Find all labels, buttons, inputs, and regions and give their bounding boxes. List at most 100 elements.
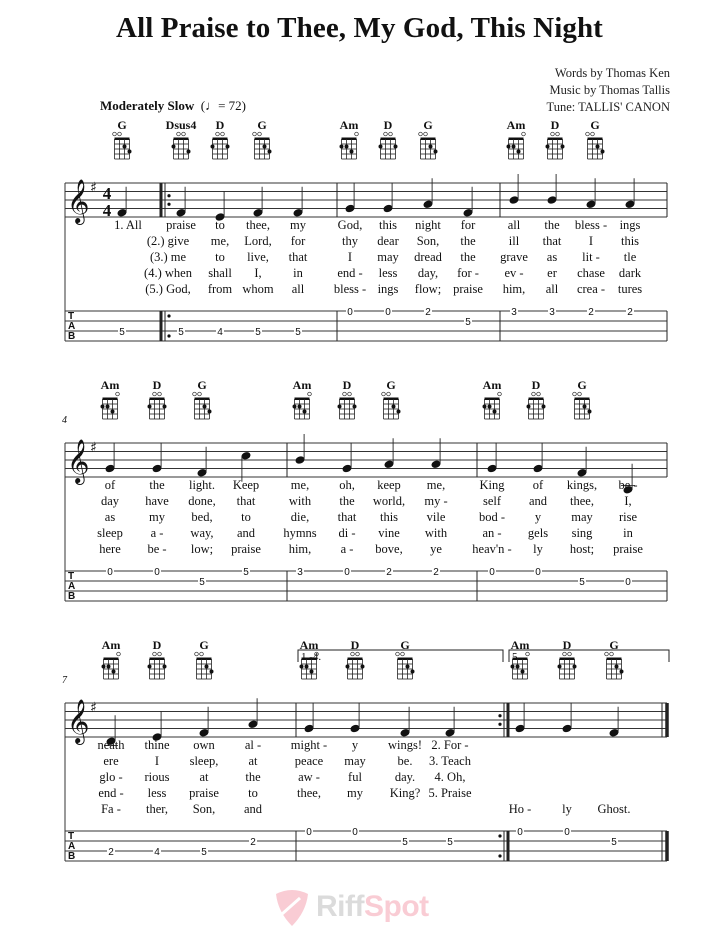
lyric-syllable: an -: [482, 526, 501, 540]
chord-name: G: [423, 118, 432, 132]
finger-dot: [297, 404, 302, 409]
tab-fret-number: 0: [306, 827, 312, 838]
repeat-dot: [167, 202, 171, 206]
tab-label-b: B: [68, 331, 75, 342]
chord-nut: [341, 137, 357, 140]
lyric-syllable: Keep: [233, 478, 259, 492]
tab-fret-number: 5: [295, 327, 301, 338]
open-string-marker: [381, 391, 386, 397]
finger-dot: [209, 669, 214, 674]
lyric-syllable: me,: [427, 478, 445, 492]
open-string-marker: [550, 131, 555, 137]
tab-fret-number: 2: [425, 307, 431, 318]
lyric-syllable: I: [589, 234, 593, 248]
lyric-syllable: King?: [390, 786, 421, 800]
lyric-syllable: grave: [500, 250, 528, 264]
tab-fret-number: 0: [107, 567, 113, 578]
finger-dot: [210, 144, 215, 149]
lyric-syllable: keep: [377, 478, 401, 492]
open-string-marker: [567, 651, 572, 657]
system-1: G Dsus4 D G Am D G Am D G𝄞 ♯ 44TAB 5 5 4 5 50 0 253 3 2 21. A…: [64, 118, 668, 342]
finger-dot: [410, 669, 415, 674]
open-string-marker: [400, 651, 405, 657]
lyric-syllable: bove,: [375, 542, 402, 556]
lyric-syllable: that: [338, 510, 357, 524]
lyric-syllable: day.: [395, 770, 415, 784]
lyric-syllable: 3. Teach: [429, 754, 472, 768]
lyric-syllable: a -: [151, 526, 164, 540]
repeat-dot: [498, 714, 502, 718]
lyric-syllable: ere: [103, 754, 119, 768]
open-string-marker: [383, 131, 388, 137]
finger-dot: [110, 409, 115, 414]
lyric-syllable: of: [105, 478, 116, 492]
lyric-syllable: him,: [503, 282, 526, 296]
chord-diagram: [381, 391, 401, 420]
watermark-text: RiffSpot: [316, 890, 429, 924]
lyric-syllable: him,: [289, 542, 312, 556]
chord-nut: [587, 137, 603, 140]
lyric-syllable: this: [380, 510, 398, 524]
volta-label: 5.: [512, 651, 521, 663]
lyric-syllable: for: [291, 234, 306, 248]
chord-nut: [380, 137, 396, 140]
guitar-pick-icon: [276, 890, 308, 926]
tab-fret-number: 5: [402, 837, 408, 848]
lyric-syllable: have: [145, 494, 169, 508]
lyric-syllable: shall: [208, 266, 232, 280]
lyric-syllable: chase: [577, 266, 605, 280]
lyric-syllable: wings!: [388, 738, 422, 752]
repeat-dot: [498, 722, 502, 726]
finger-dot: [207, 409, 212, 414]
system-2: 4Am D G Am D G Am D G𝄞 ♯TAB0 055 3 0 2 2 0 05 0of the light…: [62, 378, 668, 602]
chord-nut: [173, 137, 189, 140]
lyric-syllable: vile: [427, 510, 446, 524]
lyric-syllable: and: [529, 494, 548, 508]
chord-nut: [114, 137, 130, 140]
finger-dot: [492, 409, 497, 414]
lyric-syllable: my: [149, 510, 166, 524]
chord-nut: [574, 397, 590, 400]
chord-name: D: [551, 118, 560, 132]
open-string-marker: [157, 651, 162, 657]
chord-diagram: [526, 391, 546, 420]
lyric-syllable: the: [460, 250, 476, 264]
finger-dot: [360, 664, 365, 669]
open-string-marker: [609, 651, 614, 657]
open-string-marker: [197, 391, 202, 397]
chord-nut: [508, 137, 524, 140]
lyric-syllable: sleep: [97, 526, 123, 540]
lyric-syllable: hymns: [283, 526, 316, 540]
finger-dot: [302, 409, 307, 414]
lyric-syllable: in: [293, 266, 303, 280]
lyric-syllable: y: [352, 738, 359, 752]
chord-nut: [484, 397, 500, 400]
lyric-syllable: host;: [570, 542, 594, 556]
lyric-syllable: to: [241, 510, 251, 524]
lyric-syllable: the: [339, 494, 355, 508]
treble-clef-icon: 𝄞: [67, 699, 89, 745]
chord-nut: [102, 397, 118, 400]
lyric-syllable: peace: [295, 754, 324, 768]
chord-nut: [339, 397, 355, 400]
finger-dot: [595, 144, 600, 149]
open-string-marker: [199, 651, 204, 657]
measure-number: 4: [62, 415, 67, 426]
chord-nut: [103, 657, 119, 660]
finger-dot: [600, 149, 605, 154]
open-string-marker: [577, 391, 582, 397]
treble-clef-icon: 𝄞: [67, 179, 89, 225]
lyric-syllable: bod -: [479, 510, 505, 524]
lyric-syllable: to: [248, 786, 258, 800]
chord-name: Am: [101, 378, 120, 392]
lyric-syllable: gels: [528, 526, 548, 540]
finger-dot: [433, 149, 438, 154]
finger-dot: [587, 409, 592, 414]
lyric-syllable: at: [248, 754, 258, 768]
tab-fret-number: 2: [433, 567, 439, 578]
open-string-marker: [525, 651, 530, 657]
tab-label-b: B: [68, 591, 75, 602]
lyric-syllable: to: [215, 218, 225, 232]
lyric-syllable: aw -: [298, 770, 320, 784]
finger-dot: [511, 144, 516, 149]
